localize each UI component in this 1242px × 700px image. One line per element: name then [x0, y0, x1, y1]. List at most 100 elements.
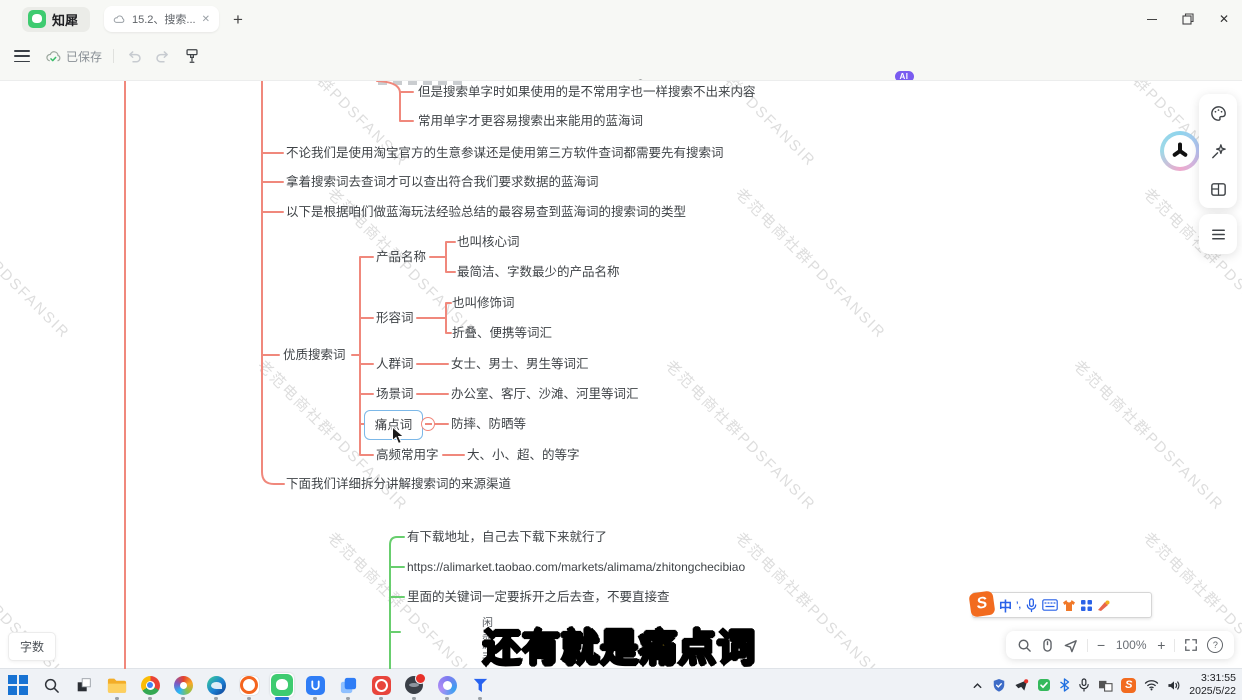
tray-sogou-icon[interactable]: S — [1121, 678, 1136, 693]
drag-mode-icon[interactable] — [1041, 638, 1054, 653]
dark-sphere-app-icon[interactable] — [402, 673, 426, 697]
ime-keyboard-icon[interactable] — [1042, 599, 1058, 611]
node-product-name-k2[interactable]: 最简洁、字数最少的产品名称 — [457, 263, 620, 281]
menu-button[interactable] — [10, 46, 34, 66]
clock-time: 3:31:55 — [1189, 672, 1236, 685]
start-button[interactable] — [6, 673, 30, 697]
redo-button[interactable] — [154, 48, 172, 65]
ime-emoji-brush-icon[interactable] — [1097, 599, 1111, 612]
node-quality-search-word[interactable]: 优质搜索词 — [283, 346, 346, 364]
node-note3[interactable]: 不论我们是使用淘宝官方的生意参谋还是使用第三方软件查词都需要先有搜索词 — [286, 144, 724, 162]
clock-date: 2025/5/22 — [1189, 685, 1236, 698]
pinwheel-browser-icon[interactable] — [171, 673, 195, 697]
style-panel — [1199, 94, 1237, 208]
blue-dart-app-icon[interactable] — [468, 673, 492, 697]
tray-ime-icon[interactable] — [1098, 679, 1113, 692]
brand-logo-icon — [1164, 135, 1196, 167]
fullscreen-icon[interactable] — [1184, 638, 1198, 652]
node-high-freq[interactable]: 高频常用字 — [376, 446, 439, 464]
overlap-squares-app-icon[interactable] — [336, 673, 360, 697]
taskbar-clock[interactable]: 3:31:55 2025/5/22 — [1189, 672, 1236, 698]
ime-skin-shirt-icon[interactable] — [1062, 599, 1076, 612]
tray-bluetooth-icon[interactable] — [1059, 678, 1070, 692]
tab-title: 15.2、搜索... — [132, 11, 196, 27]
collapse-toggle-icon[interactable] — [421, 417, 435, 431]
tray-mic-icon[interactable] — [1078, 678, 1090, 692]
ime-punctuation-toggle[interactable]: ’, — [1016, 600, 1021, 610]
brand-assistant-button[interactable] — [1160, 131, 1200, 171]
node-product-name[interactable]: 产品名称 — [376, 248, 426, 266]
node-note2[interactable]: 常用单字才更容易搜索出来能用的蓝海词 — [418, 112, 643, 130]
watermark-text: 老范电商社群PDSFANSIR — [0, 355, 5, 515]
watermark-text: 老范电商社群PDSFANSIR — [661, 355, 821, 515]
new-tab-button[interactable]: + — [233, 11, 243, 28]
node-source1[interactable]: 有下载地址，自己去下载下来就行了 — [407, 528, 607, 546]
node-scene-word[interactable]: 场景词 — [376, 385, 414, 403]
format-painter-button[interactable] — [183, 47, 201, 65]
tray-green-check-icon[interactable] — [1037, 678, 1051, 692]
node-note6[interactable]: 下面我们详细拆分讲解搜索词的来源渠道 — [286, 475, 511, 493]
node-note5[interactable]: 以下是根据咱们做蓝海玩法经验总结的最容易查到蓝海词的搜索词的类型 — [286, 203, 686, 221]
outline-list-icon[interactable] — [1209, 225, 1228, 244]
video-subtitle: 还有就是痛点词 — [483, 617, 756, 669]
divider — [113, 49, 114, 63]
node-source-url[interactable]: https://alimarket.taobao.com/markets/ali… — [407, 558, 745, 576]
layout-icon[interactable] — [1209, 180, 1228, 199]
blue-u-app-icon[interactable] — [303, 673, 327, 697]
node-scene-word-k[interactable]: 办公室、客厅、沙滩、河里等词汇 — [451, 385, 639, 403]
node-crowd-word[interactable]: 人群词 — [376, 355, 414, 373]
mindmap-canvas[interactable]: 老范电商社群PDSFANSIR老范电商社群PDSFANSIR老范电商社群PDSF… — [0, 80, 1242, 669]
watermark-text: 老范电商社群PDSFANSIR — [1069, 355, 1229, 515]
undo-button[interactable] — [125, 48, 143, 65]
node-adjective-k1[interactable]: 也叫修饰词 — [452, 294, 515, 312]
orange-app-icon[interactable] — [237, 673, 261, 697]
document-tab[interactable]: 15.2、搜索... ✕ — [104, 6, 219, 32]
taskbar-search[interactable] — [39, 673, 63, 697]
zhixi-app-icon[interactable] — [270, 673, 294, 697]
close-button[interactable]: ✕ — [1206, 0, 1242, 38]
save-status: 已保存 — [45, 48, 102, 65]
purple-ring-app-icon[interactable] — [435, 673, 459, 697]
palette-icon[interactable] — [1209, 104, 1228, 123]
tray-volume-icon[interactable] — [1167, 679, 1181, 692]
edge-icon[interactable] — [204, 673, 228, 697]
tray-telegram-icon[interactable] — [1014, 678, 1029, 692]
ime-mic-icon[interactable] — [1025, 598, 1038, 613]
node-note4[interactable]: 拿着搜索词去查词才可以查出符合我们要求数据的蓝海词 — [286, 173, 599, 191]
divider — [1087, 639, 1088, 652]
zhixi-logo-icon — [271, 674, 293, 696]
node-product-name-k1[interactable]: 也叫核心词 — [457, 233, 520, 251]
search-icon[interactable] — [1017, 638, 1032, 653]
tray-expand-icon[interactable] — [971, 679, 984, 692]
node-adjective[interactable]: 形容词 — [376, 309, 414, 327]
ime-mode-toggle[interactable]: 中 — [999, 596, 1012, 615]
locate-center-icon[interactable] — [1063, 638, 1078, 653]
windows-taskbar: S 3:31:55 2025/5/22 — [0, 668, 1242, 700]
node-pain-word-k[interactable]: 防摔、防晒等 — [451, 415, 526, 433]
node-high-freq-k[interactable]: 大、小、超、的等字 — [467, 446, 580, 464]
tab-close-icon[interactable]: ✕ — [202, 14, 210, 25]
chrome-icon[interactable] — [138, 673, 162, 697]
node-crowd-word-k[interactable]: 女士、男士、男生等词汇 — [451, 355, 589, 373]
sogou-logo-icon[interactable]: S — [968, 590, 995, 617]
file-explorer-icon[interactable] — [105, 673, 129, 697]
node-adjective-k2[interactable]: 折叠、便携等词汇 — [452, 324, 552, 342]
magic-wand-icon[interactable] — [1209, 142, 1228, 161]
restore-button[interactable] — [1170, 0, 1206, 38]
mindmap-connectors — [0, 81, 1242, 669]
red-o-app-icon[interactable] — [369, 673, 393, 697]
tray-wifi-icon[interactable] — [1144, 679, 1159, 691]
app-home-button[interactable]: 知犀 — [22, 7, 90, 32]
task-view-button[interactable] — [72, 673, 96, 697]
help-icon[interactable]: ? — [1207, 637, 1223, 653]
watermark-text: 老范电商社群PDSFANSIR — [731, 183, 891, 343]
toolbar-row: 已保存 主题 子主题 关联线 — [0, 38, 1242, 80]
zoom-in-button[interactable]: + — [1157, 638, 1165, 652]
minimize-button[interactable] — [1134, 0, 1170, 38]
node-note1[interactable]: 但是搜索单字时如果使用的是不常用字也一样搜索不出来内容 — [418, 83, 756, 101]
tray-shield-icon[interactable] — [992, 678, 1006, 693]
node-source3[interactable]: 里面的关键词一定要拆开之后去查，不要直接查 — [407, 588, 670, 606]
cloud-saved-icon — [45, 49, 62, 64]
zoom-out-button[interactable]: − — [1097, 638, 1105, 652]
ime-apps-grid-icon[interactable] — [1080, 599, 1093, 612]
